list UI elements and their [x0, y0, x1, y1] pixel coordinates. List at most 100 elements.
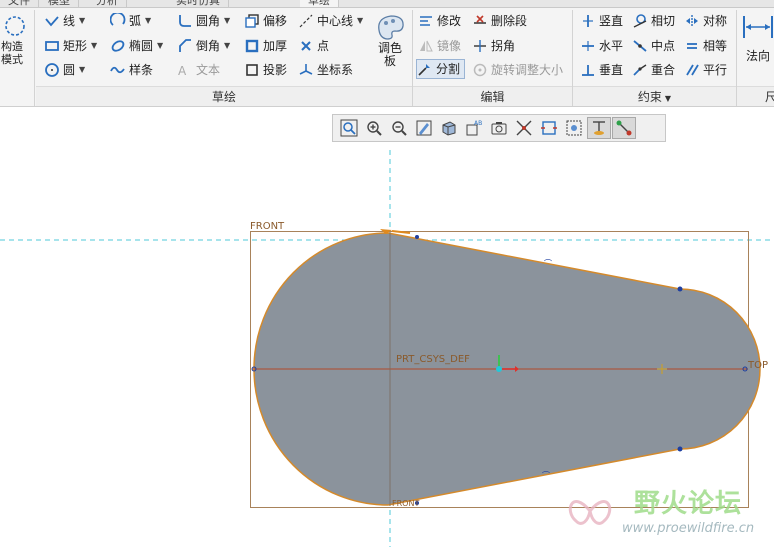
sketch-group-footer: 草绘	[36, 86, 412, 106]
tab-file[interactable]: 文件	[0, 0, 39, 7]
csys-button[interactable]: 坐标系	[298, 60, 353, 80]
csys-icon	[299, 64, 313, 75]
constraint-marker: ⌒	[542, 471, 550, 480]
tab-sketch[interactable]: 草绘	[300, 0, 339, 7]
spline-button[interactable]: 样条	[110, 60, 153, 80]
saved-orientations-button[interactable]: AB	[462, 117, 486, 139]
ellipse-icon	[111, 40, 125, 52]
tangent-constraint-icon	[633, 14, 647, 28]
ribbon: 文件 模型 分析 实时仿真 草绘 构造 模式 线 ▼ 弧 ▼ 圆角 ▼ 偏移 中心线 ▼…	[0, 0, 774, 107]
vertex-marker[interactable]	[677, 286, 683, 292]
fillet-dropdown-icon[interactable]: ▼	[224, 11, 230, 31]
disp-constraints-button[interactable]	[587, 117, 611, 139]
circle-dropdown-icon[interactable]: ▼	[79, 60, 85, 80]
graphics-toolbar: AB	[332, 114, 666, 142]
parallel-constraint-icon	[686, 64, 699, 76]
rectangle-label: 矩形	[63, 39, 88, 53]
delete-segment-button[interactable]: 删除段	[472, 11, 527, 31]
csys-origin[interactable]	[496, 366, 502, 372]
chamfer-button[interactable]: 倒角 ▼	[177, 36, 230, 56]
svg-text:A: A	[178, 64, 187, 78]
spline-icon	[110, 66, 125, 74]
equal-constraint-button[interactable]: 相等	[684, 36, 727, 56]
csys-label: PRT_CSYS_DEF	[396, 354, 470, 365]
tangent-constraint-button[interactable]: 相切	[632, 11, 675, 31]
graphics-window[interactable]: ⌒ ⌒ FRONT FRONT TOP PRT_CSYS_DEF 野火论坛 ww…	[0, 107, 774, 547]
fillet-label: 圆角	[196, 14, 221, 28]
construct-mode-icon	[5, 16, 25, 36]
sketch-view-button[interactable]	[562, 117, 586, 139]
line-button[interactable]: 线 ▼	[44, 11, 85, 31]
perpendicular-constraint-button[interactable]: 垂直	[580, 60, 623, 80]
offset-button[interactable]: 偏移	[244, 11, 287, 31]
midpoint-constraint-button[interactable]: 中点	[632, 36, 675, 56]
centerline-button[interactable]: 中心线 ▼	[298, 11, 363, 31]
normal-button[interactable]: 法向	[740, 12, 774, 63]
constrain-group-footer[interactable]: 约束 ▼	[573, 86, 736, 106]
perpendicular-label: 垂直	[599, 63, 624, 77]
parallel-constraint-button[interactable]: 平行	[684, 60, 727, 80]
text-label: 文本	[196, 63, 221, 77]
tab-simulation[interactable]: 实时仿真	[168, 0, 229, 7]
zoom-in-icon	[367, 121, 382, 136]
datum-display-button[interactable]	[512, 117, 536, 139]
tangent-label: 相切	[651, 14, 676, 28]
watermark-title: 野火论坛	[634, 489, 743, 519]
view-manager-icon	[491, 122, 507, 135]
offset-icon	[245, 14, 259, 28]
disp-vertices-button[interactable]	[612, 117, 636, 139]
chamfer-icon	[179, 39, 191, 52]
horizontal-constraint-icon	[582, 41, 594, 51]
fillet-button[interactable]: 圆角 ▼	[177, 11, 230, 31]
display-style-button[interactable]	[437, 117, 461, 139]
fillet-icon	[179, 15, 191, 27]
line-icon	[45, 16, 59, 27]
vertical-constraint-button[interactable]: 竖直	[580, 11, 623, 31]
corner-label: 拐角	[491, 39, 516, 53]
zoom-out-button[interactable]	[387, 117, 411, 139]
chamfer-dropdown-icon[interactable]: ▼	[224, 36, 230, 56]
mirror-button[interactable]: 镜像	[418, 36, 461, 56]
rectangle-button[interactable]: 矩形 ▼	[44, 36, 97, 56]
centerline-dropdown-icon[interactable]: ▼	[357, 11, 363, 31]
line-dropdown-icon[interactable]: ▼	[79, 11, 85, 31]
coincident-constraint-button[interactable]: 重合	[632, 60, 675, 80]
vertex-marker[interactable]	[415, 235, 419, 239]
repaint-button[interactable]	[412, 117, 436, 139]
divide-button[interactable]: 分割	[416, 59, 466, 79]
arc-dropdown-icon[interactable]: ▼	[145, 11, 151, 31]
sketcher-display-button[interactable]	[537, 117, 561, 139]
construct-mode-label-2: 模式	[1, 53, 23, 66]
rectangle-dropdown-icon[interactable]: ▼	[91, 36, 97, 56]
palette-button[interactable]: 调色 板	[370, 12, 410, 68]
front-label-top: FRONT	[250, 221, 285, 232]
construct-mode-button[interactable]: 构造 模式	[0, 12, 30, 66]
tab-model[interactable]: 模型	[40, 0, 79, 7]
repaint-icon	[416, 120, 432, 136]
circle-button[interactable]: 圆 ▼	[44, 60, 85, 80]
csys-label: 坐标系	[317, 63, 354, 77]
ellipse-button[interactable]: 椭圆 ▼	[110, 36, 163, 56]
refit-button[interactable]	[337, 117, 361, 139]
normal-icon	[743, 16, 773, 38]
project-button[interactable]: 投影	[244, 60, 287, 80]
thicken-label: 加厚	[263, 39, 288, 53]
vertex-marker[interactable]	[677, 446, 683, 452]
text-button[interactable]: A 文本	[177, 60, 220, 80]
ellipse-dropdown-icon[interactable]: ▼	[157, 36, 163, 56]
zoom-in-button[interactable]	[362, 117, 386, 139]
vertical-label: 竖直	[599, 14, 624, 28]
tab-analysis[interactable]: 分析	[88, 0, 127, 7]
view-manager-button[interactable]	[487, 117, 511, 139]
arc-button[interactable]: 弧 ▼	[110, 11, 151, 31]
horizontal-constraint-button[interactable]: 水平	[580, 36, 623, 56]
sketcher-display-icon	[541, 121, 557, 135]
point-button[interactable]: 点	[298, 36, 329, 56]
thicken-button[interactable]: 加厚	[244, 36, 287, 56]
modify-button[interactable]: 修改	[418, 11, 461, 31]
rotate-resize-button[interactable]: 旋转调整大小	[472, 60, 563, 80]
palette-label-2: 板	[383, 54, 396, 68]
corner-button[interactable]: 拐角	[472, 36, 515, 56]
symmetric-constraint-button[interactable]: 对称	[684, 11, 727, 31]
front-label-bottom: FRONT	[392, 499, 420, 508]
